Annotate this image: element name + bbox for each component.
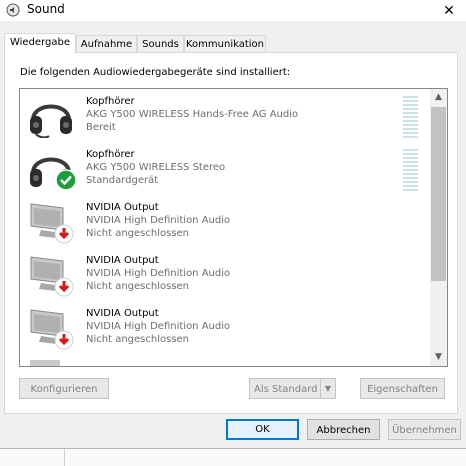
level-meter (403, 96, 418, 138)
set-default-label: Als Standard (254, 384, 318, 395)
list-item-partial (30, 360, 60, 366)
device-status: Nicht angeschlossen (86, 228, 190, 239)
chevron-down-icon[interactable]: ▼ (320, 379, 335, 398)
tab-kommunikation[interactable]: Kommunikation (184, 35, 266, 53)
device-name: NVIDIA Output (86, 255, 159, 266)
device-list[interactable]: Kopfhörer AKG Y500 WIRELESS Hands-Free A… (19, 88, 448, 367)
close-button[interactable]: ✕ (432, 0, 466, 21)
title-bar: Sound ✕ (0, 0, 466, 21)
list-item[interactable]: NVIDIA Output NVIDIA High Definition Aud… (20, 248, 429, 301)
monitor-disconnected-icon (30, 309, 74, 350)
list-item[interactable]: NVIDIA Output NVIDIA High Definition Aud… (20, 195, 429, 248)
scroll-down-icon[interactable]: ▼ (430, 349, 447, 366)
apply-button[interactable]: Übernehmen (388, 419, 461, 440)
tab-aufnahme[interactable]: Aufnahme (76, 35, 137, 53)
device-name: NVIDIA Output (86, 308, 159, 319)
set-default-button[interactable]: Als Standard ▼ (249, 378, 336, 399)
scroll-thumb[interactable] (431, 107, 446, 281)
configure-button[interactable]: Konfigurieren (19, 378, 109, 399)
device-list-scrollbar[interactable]: ▲ ▼ (430, 89, 447, 366)
monitor-disconnected-icon (30, 203, 74, 244)
device-description: NVIDIA High Definition Audio (86, 215, 231, 226)
device-description: NVIDIA High Definition Audio (86, 268, 231, 279)
speaker-icon (6, 3, 20, 17)
intro-text: Die folgenden Audiowiedergabegeräte sind… (20, 67, 291, 78)
scroll-up-icon[interactable]: ▲ (430, 89, 447, 106)
device-status: Bereit (86, 122, 116, 133)
playback-panel: Die folgenden Audiowiedergabegeräte sind… (4, 52, 458, 414)
list-item[interactable]: Kopfhörer AKG Y500 WIRELESS Stereo Stand… (20, 142, 429, 195)
device-name: Kopfhörer (86, 96, 135, 107)
tab-sounds[interactable]: Sounds (137, 35, 184, 53)
cancel-button[interactable]: Abbrechen (307, 419, 380, 440)
divider (64, 449, 65, 466)
headphones-default-icon (30, 157, 75, 191)
device-description: AKG Y500 WIRELESS Hands-Free AG Audio (86, 109, 299, 120)
background-window-edge (0, 448, 466, 466)
sound-dialog: Sound ✕ Wiedergabe Aufnahme Sounds Kommu… (0, 0, 466, 448)
device-status: Nicht angeschlossen (86, 334, 190, 345)
device-status: Standardgerät (86, 175, 159, 186)
device-status: Nicht angeschlossen (86, 281, 190, 292)
close-icon: ✕ (443, 2, 455, 19)
device-name: Kopfhörer (86, 149, 135, 160)
monitor-disconnected-icon (30, 256, 74, 297)
device-name: NVIDIA Output (86, 202, 159, 213)
device-description: AKG Y500 WIRELESS Stereo (86, 162, 226, 173)
list-item[interactable]: Kopfhörer AKG Y500 WIRELESS Hands-Free A… (20, 89, 429, 142)
window-title: Sound (27, 2, 65, 16)
level-meter (403, 149, 418, 191)
ok-button[interactable]: OK (226, 419, 299, 440)
tab-wiedergabe[interactable]: Wiedergabe (4, 33, 76, 54)
device-description: NVIDIA High Definition Audio (86, 321, 231, 332)
properties-button[interactable]: Eigenschaften (360, 378, 445, 399)
list-item[interactable]: NVIDIA Output NVIDIA High Definition Aud… (20, 301, 429, 354)
headphones-icon (30, 104, 72, 138)
